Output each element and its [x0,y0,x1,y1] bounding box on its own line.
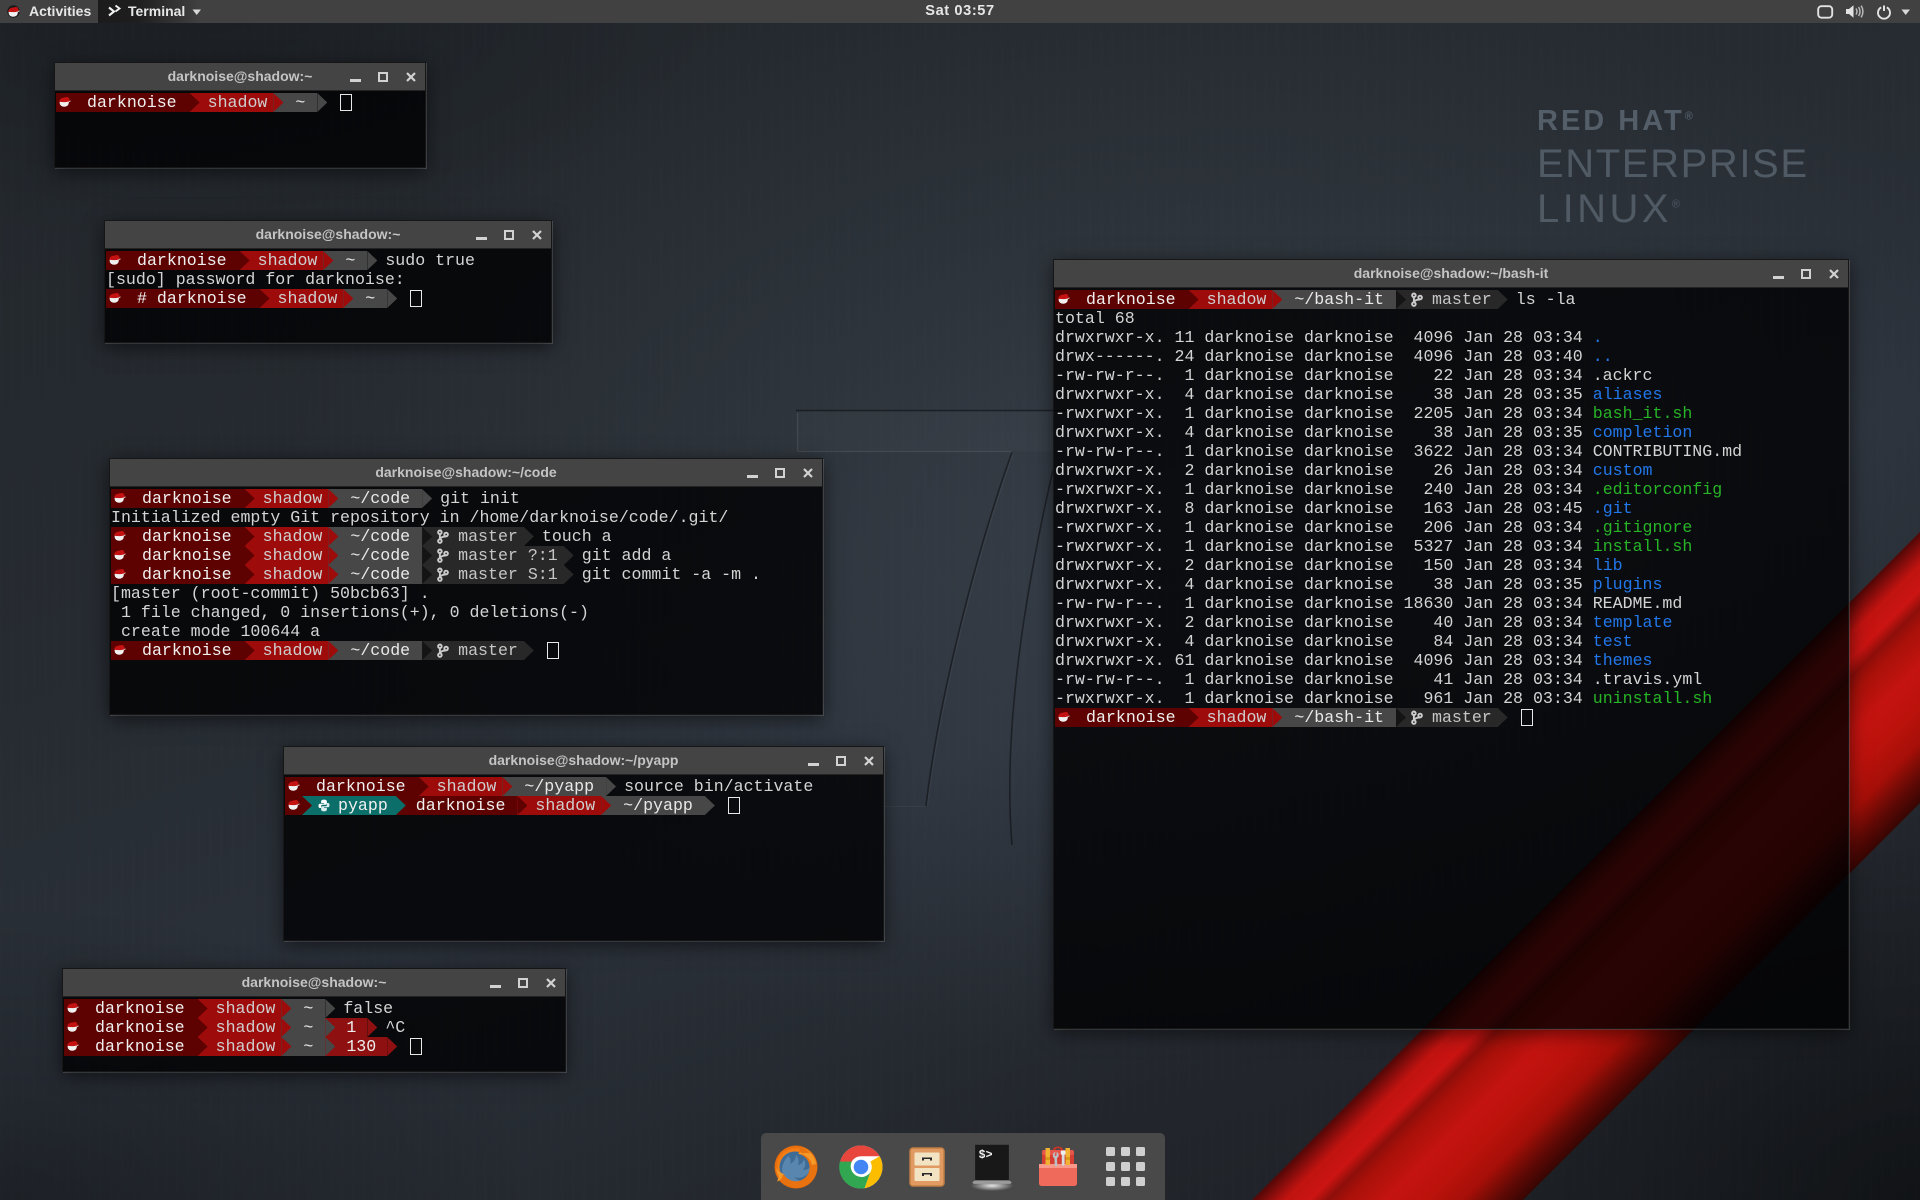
svg-text:$>: $> [979,1149,993,1162]
